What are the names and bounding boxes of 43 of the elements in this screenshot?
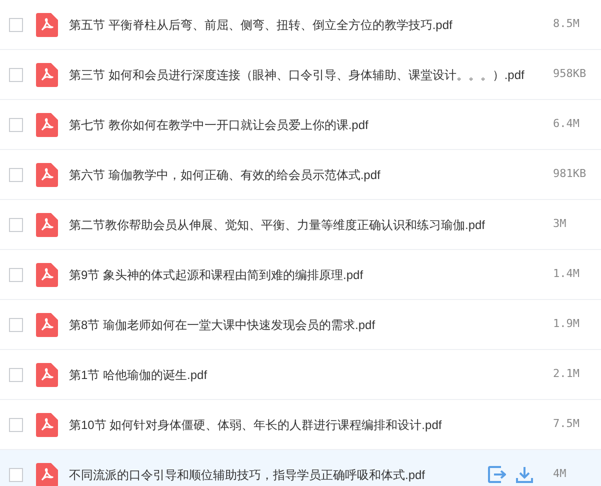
checkbox[interactable]	[9, 218, 23, 232]
pdf-file-icon	[36, 412, 58, 436]
file-size: 981KB	[553, 166, 588, 182]
checkbox[interactable]	[9, 268, 23, 282]
checkbox[interactable]	[9, 18, 23, 32]
pdf-file-icon	[36, 212, 58, 236]
file-name[interactable]: 第二节教你帮助会员从伸展、觉知、平衡、力量等维度正确认识和练习瑜伽.pdf	[69, 216, 553, 234]
checkbox[interactable]	[9, 318, 23, 332]
file-size: 2.1M	[553, 366, 580, 382]
pdf-file-icon	[36, 112, 58, 136]
pdf-file-icon	[36, 12, 58, 36]
checkbox[interactable]	[9, 418, 23, 432]
download-icon[interactable]	[516, 466, 533, 483]
file-name[interactable]: 第10节 如何针对身体僵硬、体弱、年长的人群进行课程编排和设计.pdf	[69, 416, 553, 434]
pdf-file-icon	[36, 262, 58, 286]
file-size: 8.5M	[553, 16, 580, 32]
file-name[interactable]: 第六节 瑜伽教学中，如何正确、有效的给会员示范体式.pdf	[69, 166, 553, 184]
checkbox[interactable]	[9, 168, 23, 182]
pdf-file-icon	[36, 162, 58, 186]
checkbox[interactable]	[9, 118, 23, 132]
file-row[interactable]: 不同流派的口令引导和顺位辅助技巧，指导学员正确呼吸和体式.pdf 4M	[0, 450, 601, 486]
file-size: 7.5M	[553, 416, 580, 432]
file-name[interactable]: 第8节 瑜伽老师如何在一堂大课中快速发现会员的需求.pdf	[69, 316, 553, 334]
file-size: 6.4M	[553, 116, 580, 132]
file-size: 4M	[553, 466, 568, 482]
file-name[interactable]: 不同流派的口令引导和顺位辅助技巧，指导学员正确呼吸和体式.pdf	[69, 466, 488, 484]
file-name[interactable]: 第1节 哈他瑜伽的诞生.pdf	[69, 366, 553, 384]
checkbox[interactable]	[9, 468, 23, 482]
pdf-file-icon	[36, 62, 58, 86]
checkbox[interactable]	[9, 368, 23, 382]
checkbox[interactable]	[9, 68, 23, 82]
file-name[interactable]: 第五节 平衡脊柱从后弯、前屈、侧弯、扭转、倒立全方位的教学技巧.pdf	[69, 16, 553, 34]
pdf-file-icon	[36, 362, 58, 386]
file-name[interactable]: 第三节 如何和会员进行深度连接（眼神、口令引导、身体辅助、课堂设计。。。）.pdf	[69, 66, 553, 84]
file-size: 958KB	[553, 66, 588, 82]
file-name[interactable]: 第七节 教你如何在教学中一开口就让会员爱上你的课.pdf	[69, 116, 553, 134]
file-size: 3M	[553, 216, 568, 232]
file-size: 1.9M	[553, 316, 580, 332]
move-icon[interactable]	[488, 466, 506, 483]
file-size: 1.4M	[553, 266, 580, 282]
file-name[interactable]: 第9节 象头神的体式起源和课程由简到难的编排原理.pdf	[69, 266, 553, 284]
pdf-file-icon	[36, 462, 58, 486]
pdf-file-icon	[36, 312, 58, 336]
